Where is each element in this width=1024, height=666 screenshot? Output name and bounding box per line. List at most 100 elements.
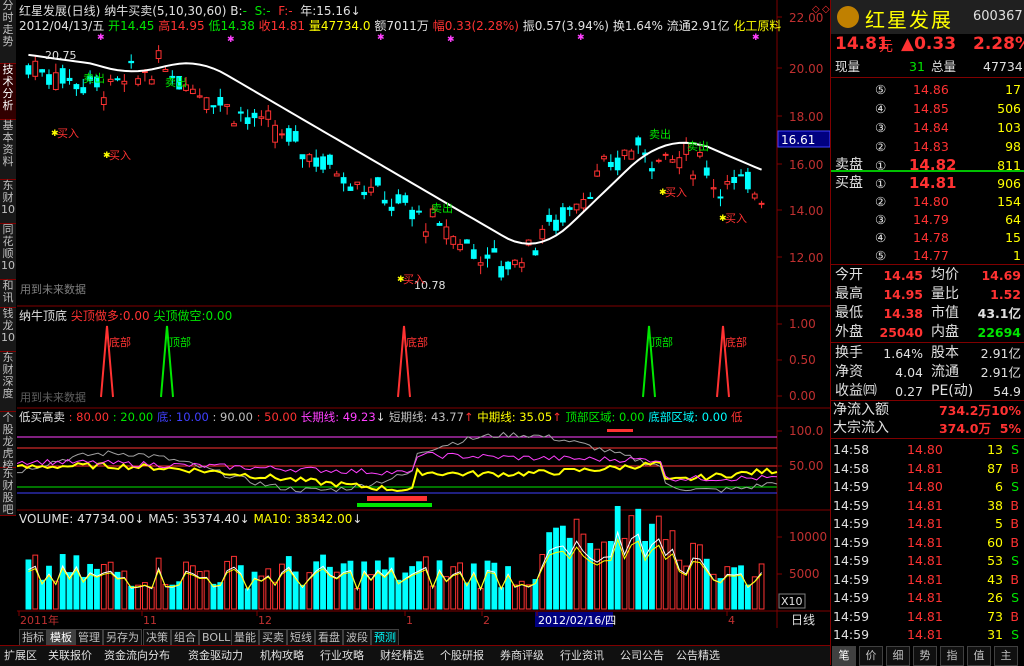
ask-row-2[interactable]: ② 14.83 98 [831,137,1024,156]
chart-area[interactable]: 22.00 20.00 18.00 16.00 14.00 12.00 16.61 20.75… [16,0,831,628]
volume-label[interactable]: VOLUME: 47734.00 [19,512,134,526]
toolbar1-btn-8[interactable]: 买卖 [259,629,287,646]
toolbar2-btn-9[interactable]: 行业资讯 [558,648,606,664]
candle-body [155,50,162,60]
quote-tab-4[interactable]: 指 [940,646,964,666]
toolbar1-btn-4[interactable]: 决策 [143,629,171,646]
future-data-note: 用到未来数据 [20,282,86,296]
quote-tab-3[interactable]: 势 [913,646,937,666]
industry-label[interactable]: 化工原料 [733,19,781,33]
toolbar1-btn-1[interactable]: 模板 [47,629,75,646]
candle-body [258,116,265,119]
bid-row-5[interactable]: ⑤ 14.77 1 [831,246,1024,265]
candle-body [327,154,333,165]
left-tab-5[interactable]: 和讯 [0,280,16,308]
quote-tab-2[interactable]: 细 [886,646,910,666]
tick-volume: 73 [987,608,1003,624]
volume-bar [669,530,676,610]
left-tab-4[interactable]: 同花顺10 [0,224,16,280]
bid-row-1[interactable]: 买盘 ① 14.81 906 [831,174,1024,193]
toolbar1-btn-3[interactable]: 另存为 [103,629,142,646]
toolbar1-btn-10[interactable]: 看盘 [315,629,343,646]
candle-body [635,137,642,146]
ask-volume: 98 [1005,139,1021,154]
quote-tab-1[interactable]: 价 [859,646,883,666]
ask-volume: 811 [997,158,1021,173]
toolbar2-btn-6[interactable]: 财经精选 [378,648,426,664]
candle-body [717,196,724,199]
toolbar1-btn-12[interactable]: 预测 [371,629,399,646]
toolbar2-btn-10[interactable]: 公司公告 [618,648,666,664]
candle-body [80,87,87,94]
left-tab-0[interactable]: 分时走势 [0,0,16,64]
ask-row-1[interactable]: 卖盘 ① 14.82 811 [831,156,1024,175]
x-tick-label: 1 [406,614,413,627]
quote-title-bar: 红星发展 600367 [831,0,1024,34]
toolbar2-btn-0[interactable]: 扩展区 [2,648,39,664]
tick-volume: 13 [987,442,1003,457]
tick-time: 14:59 [833,479,870,494]
ask-row-5[interactable]: ⑤ 14.86 17 [831,80,1024,99]
p3-item-long: 长期线: 49.23 [300,410,376,424]
ask-row-3[interactable]: ③ 14.84 103 [831,118,1024,137]
toolbar1-btn-7[interactable]: 量能 [231,629,259,646]
buy-label: 买盘 [835,175,863,191]
volume-bar [635,508,642,610]
toolbar2-btn-11[interactable]: 公告精选 [674,648,722,664]
toolbar2-btn-5[interactable]: 行业攻略 [318,648,366,664]
extension-toolbar: 扩展区 关联报价 资金流向分布 资金驱动力 机构攻略 行业攻略 财经精选 个股研报 券商评级 行业… [0,645,830,666]
toolbar2-btn-1[interactable]: 关联报价 [46,648,94,664]
volume-bar [388,557,395,610]
left-tab-2[interactable]: 基本资料 [0,120,16,180]
toolbar2-btn-4[interactable]: 机构攻略 [258,648,306,664]
toolbar2-btn-7[interactable]: 个股研报 [438,648,486,664]
ask-row-4[interactable]: ④ 14.85 506 [831,99,1024,118]
toolbar2-btn-3[interactable]: 资金驱动力 [186,648,245,664]
left-tab-3[interactable]: 东财10 [0,180,16,224]
toolbar2-btn-8[interactable]: 券商评级 [498,648,546,664]
year-label: 年: [300,4,317,18]
indicator-name[interactable]: 纳牛买卖(5,10,30,60) [104,4,226,18]
toolbar2-btn-2[interactable]: 资金流向分布 [102,648,172,664]
quote-tab-0[interactable]: 笔 [832,646,856,666]
bid-row-3[interactable]: ③ 14.79 64 [831,210,1024,229]
toolbar1-btn-6[interactable]: BOLL [199,629,234,646]
left-tab-7[interactable]: 东财深度 [0,352,16,412]
top-marker-icon: ✱ [227,35,235,45]
volume-bar [738,565,744,610]
bid-row-2[interactable]: ② 14.80 154 [831,192,1024,211]
candle-body [601,155,607,160]
toolbar1-btn-2[interactable]: 管理 [75,629,103,646]
tick-volume: 6 [995,479,1003,494]
left-tab-1[interactable]: 技术分析 [0,64,16,120]
quote-tab-5[interactable]: 值 [967,646,991,666]
candle-body [690,174,696,180]
diamond-icon[interactable]: ◇ [812,4,820,15]
stat-value: 1.52 [990,287,1021,302]
panel2-title[interactable]: 纳牛顶底 [19,309,67,323]
quote-tab-6[interactable]: 主 [994,646,1018,666]
toolbar1-btn-5[interactable]: 组合 [171,629,199,646]
float-label: 流通 [666,19,691,33]
left-tab-8[interactable]: 个股龙虎榜 [0,412,16,472]
volume-bar [655,515,662,610]
left-tab-6[interactable]: 钱龙10 [0,308,16,352]
toolbar1-btn-11[interactable]: 波段 [343,629,371,646]
flow-row-1[interactable]: 大宗流入 374.0万 5% [831,419,1024,438]
volume-bar [422,556,429,610]
left-tab-9[interactable]: 东财股吧 [0,468,16,516]
bid-row-4[interactable]: ④ 14.78 15 [831,228,1024,247]
ask-price: 14.86 [913,82,949,97]
toolbar1-btn-0[interactable]: 指标 [19,629,47,646]
zongliang-value: 47734 [983,59,1023,74]
bid-price: 14.79 [913,212,949,227]
toolbar1-btn-9[interactable]: 短线 [287,629,315,646]
stat-label: 量比 [931,286,959,302]
period-label[interactable]: 日线 [791,613,815,627]
diamond-icon[interactable]: ◇ [822,4,830,15]
panel2-short-value: 0.00 [205,309,233,323]
flow-row-0[interactable]: 净流入额 734.2万 10% [831,401,1024,420]
buy-signal: 买入 [725,212,747,225]
panel3-title[interactable]: 低买高卖 [19,410,65,424]
y-tick-label: 10000 [789,530,827,544]
